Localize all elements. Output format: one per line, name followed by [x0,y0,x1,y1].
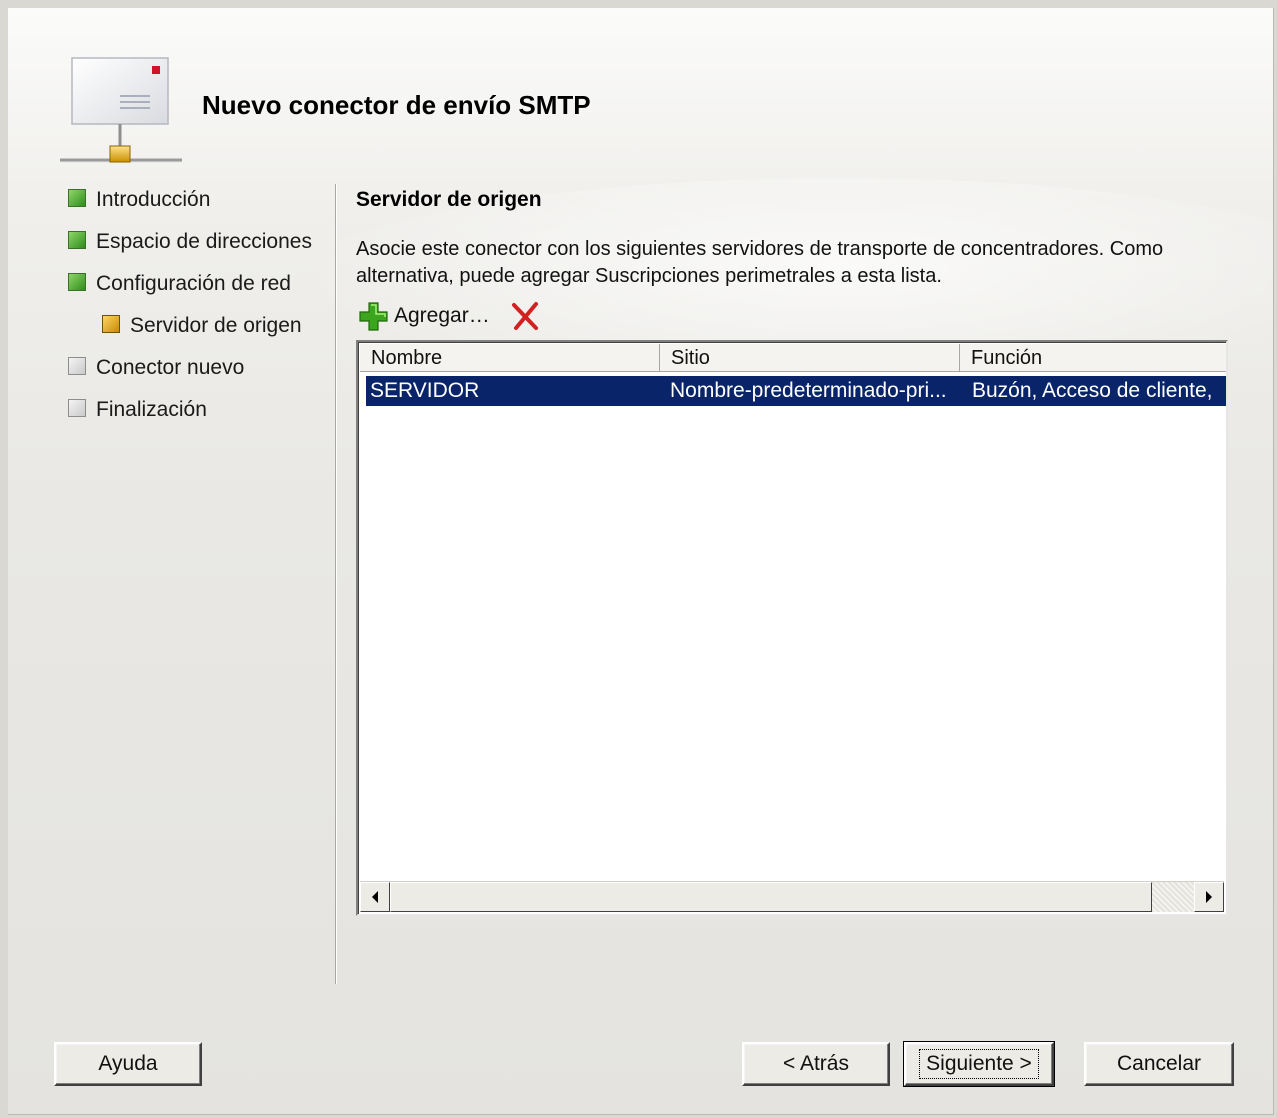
list-header: Nombre Sitio Función [360,344,1226,372]
step-configuracion-red: Configuración de red [68,270,291,298]
horizontal-scrollbar[interactable] [360,881,1224,912]
dialog-title: Nuevo conector de envío SMTP [202,90,591,120]
step-complete-icon [68,189,86,208]
red-x-icon [511,302,538,330]
arrow-right-icon [1206,891,1212,903]
step-label: Servidor de origen [130,314,302,337]
step-label: Conector nuevo [96,356,245,379]
step-label: Finalización [96,398,207,421]
step-label: Configuración de red [96,272,291,295]
back-button[interactable]: < Atrás [742,1042,890,1086]
step-pending-icon [68,357,86,376]
remove-server-button[interactable] [510,301,540,331]
section-description: Asocie este conector con los siguientes … [356,238,1164,287]
add-server-button[interactable]: Agregar… [358,301,490,331]
arrow-left-icon [372,891,378,903]
cancel-button-label: Cancelar [1116,1052,1202,1075]
steps-divider [335,184,337,984]
help-button[interactable]: Ayuda [54,1042,202,1086]
step-label: Espacio de direcciones [96,230,312,253]
step-finalizacion: Finalización [68,396,207,424]
step-current-icon [102,315,120,334]
wizard-dialog: Nuevo conector de envío SMTP Introducció… [8,8,1274,1115]
help-button-label: Ayuda [98,1052,158,1075]
scrollbar-track[interactable] [1152,882,1194,912]
step-pending-icon [68,399,86,418]
step-label: Introducción [96,188,211,211]
step-servidor-origen: Servidor de origen [102,312,302,340]
step-conector-nuevo: Conector nuevo [68,354,244,382]
servers-list[interactable]: Nombre Sitio Función SERVIDOR Nombre-pre… [356,340,1228,916]
section-title: Servidor de origen [356,188,542,211]
step-introduccion: Introducción [68,186,210,214]
column-header-funcion[interactable]: Función [960,344,1226,372]
next-button-label: Siguiente > [919,1049,1039,1079]
next-button[interactable]: Siguiente > [903,1041,1055,1087]
add-server-label: Agregar… [394,304,490,327]
cancel-button[interactable]: Cancelar [1084,1042,1234,1086]
back-button-label: < Atrás [783,1052,849,1075]
column-header-sitio[interactable]: Sitio [660,344,960,372]
list-toolbar: Agregar… [358,300,540,332]
green-plus-icon [359,302,388,331]
scroll-right-button[interactable] [1194,882,1224,912]
step-complete-icon [68,231,86,250]
step-complete-icon [68,273,86,292]
cell-sitio: Nombre-predeterminado-pri... [670,379,947,402]
cell-funcion: Buzón, Acceso de cliente, [972,379,1213,402]
cell-nombre: SERVIDOR [370,379,480,402]
column-header-nombre[interactable]: Nombre [360,344,660,372]
table-row[interactable]: SERVIDOR Nombre-predeterminado-pri... Bu… [366,376,1226,406]
scrollbar-thumb[interactable] [390,882,1152,912]
step-espacio-direcciones: Espacio de direcciones [68,228,312,256]
scroll-left-button[interactable] [360,882,390,912]
smtp-connector-icon [60,57,182,163]
